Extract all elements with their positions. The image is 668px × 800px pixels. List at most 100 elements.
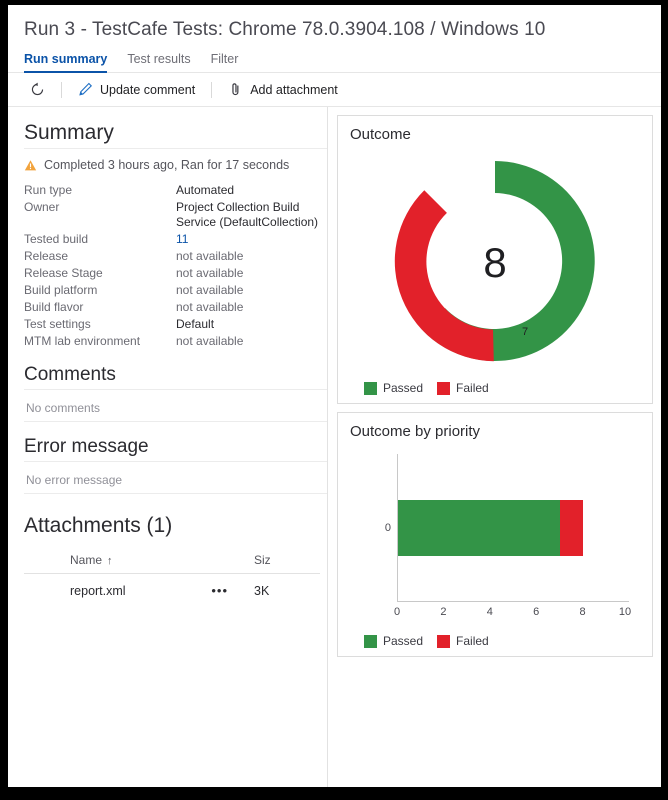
legend-item-failed[interactable]: Failed: [437, 634, 489, 648]
property-row: Release Stage not available: [24, 265, 319, 282]
run-status-text: Completed 3 hours ago, Ran for 17 second…: [44, 158, 289, 172]
property-key: Release: [24, 248, 176, 265]
tab-filter[interactable]: Filter: [211, 52, 239, 72]
toolbar-separator-2: [211, 82, 212, 98]
outcome-card-title: Outcome: [350, 126, 640, 143]
outcome-legend: Passed Failed: [350, 381, 489, 395]
summary-properties: Run type Automated Owner Project Collect…: [24, 182, 319, 350]
legend-item-passed[interactable]: Passed: [364, 634, 423, 648]
add-attachment-label: Add attachment: [250, 83, 338, 97]
property-row: Release not available: [24, 248, 319, 265]
outcome-donut-chart[interactable]: 8 1 7: [379, 145, 611, 377]
property-row: Tested build 11: [24, 231, 319, 248]
outcome-by-priority-card: Outcome by priority 0 0 2 4 6: [337, 412, 653, 657]
bar-stack-row[interactable]: [398, 500, 629, 556]
property-key: Run type: [24, 182, 176, 199]
row-context-menu-button[interactable]: •••: [211, 585, 228, 597]
property-row: Run type Automated: [24, 182, 319, 199]
paperclip-icon: [228, 82, 243, 97]
legend-label-failed: Failed: [456, 634, 489, 648]
attachments-grid: Name ↑ Siz report.xml ••• 3K: [24, 547, 320, 608]
property-value: Project Collection Build Service (Defaul…: [176, 199, 319, 231]
y-tick-label: 0: [361, 522, 391, 534]
property-key: Build flavor: [24, 299, 176, 316]
outcome-by-priority-legend: Passed Failed: [350, 634, 489, 648]
legend-item-failed[interactable]: Failed: [437, 381, 489, 395]
outcome-card: Outcome 8 1 7: [337, 115, 653, 404]
bar-segment-failed[interactable]: [560, 500, 583, 556]
update-comment-label: Update comment: [100, 83, 195, 97]
x-tick-label: 6: [533, 606, 539, 618]
legend-label-failed: Failed: [456, 381, 489, 395]
refresh-icon: [30, 82, 45, 97]
table-row: report.xml ••• 3K: [24, 574, 320, 609]
property-key: Tested build: [24, 231, 176, 248]
comments-heading: Comments: [24, 364, 327, 390]
tab-run-summary[interactable]: Run summary: [24, 52, 107, 72]
x-tick-label: 2: [440, 606, 446, 618]
outcome-by-priority-title: Outcome by priority: [350, 423, 640, 440]
attachment-name-cell[interactable]: report.xml •••: [24, 574, 254, 609]
bar-segment-passed[interactable]: [398, 500, 560, 556]
property-key: MTM lab environment: [24, 333, 176, 350]
column-header-name-label: Name: [70, 553, 102, 567]
column-header-size[interactable]: Siz: [254, 547, 320, 574]
outcome-by-priority-chart[interactable]: 0 0 2 4 6 8 10: [361, 448, 629, 630]
warning-icon: [24, 159, 37, 172]
column-header-name[interactable]: Name ↑: [24, 547, 254, 574]
content-area: Summary Completed 3 hours ago, Ran for 1…: [8, 107, 661, 787]
tested-build-link[interactable]: 11: [176, 231, 319, 248]
sort-ascending-icon: ↑: [107, 555, 113, 567]
run-status: Completed 3 hours ago, Ran for 17 second…: [24, 158, 327, 172]
property-value: not available: [176, 282, 319, 299]
update-comment-button[interactable]: Update comment: [72, 79, 201, 100]
property-row: Owner Project Collection Build Service (…: [24, 199, 319, 231]
left-panel: Summary Completed 3 hours ago, Ran for 1…: [8, 107, 328, 787]
property-value: not available: [176, 265, 319, 282]
x-tick-label: 4: [487, 606, 493, 618]
summary-heading: Summary: [24, 121, 327, 149]
donut-center-total: 8: [483, 239, 506, 286]
attachment-name: report.xml: [70, 584, 126, 598]
legend-label-passed: Passed: [383, 634, 423, 648]
legend-label-passed: Passed: [383, 381, 423, 395]
tab-bar: Run summary Test results Filter: [8, 41, 661, 73]
pencil-icon: [78, 82, 93, 97]
donut-label-passed: 7: [522, 326, 528, 338]
attachments-header-row: Name ↑ Siz: [24, 547, 320, 574]
property-key: Release Stage: [24, 265, 176, 282]
attachments-heading: Attachments (1): [24, 514, 327, 541]
legend-item-passed[interactable]: Passed: [364, 381, 423, 395]
legend-swatch-passed: [364, 635, 377, 648]
property-row: MTM lab environment not available: [24, 333, 319, 350]
legend-swatch-failed: [437, 635, 450, 648]
property-key: Owner: [24, 199, 176, 231]
bar-plot-area: [397, 454, 629, 602]
refresh-button[interactable]: [24, 79, 51, 100]
x-tick-label: 10: [619, 606, 631, 618]
right-panel: Outcome 8 1 7: [328, 107, 661, 787]
tab-test-results[interactable]: Test results: [127, 52, 190, 72]
toolbar: Update comment Add attachment: [8, 73, 661, 107]
legend-swatch-passed: [364, 382, 377, 395]
property-value: not available: [176, 299, 319, 316]
attachment-size: 3K: [254, 574, 320, 609]
property-value: Default: [176, 316, 319, 333]
x-tick-label: 0: [394, 606, 400, 618]
add-attachment-button[interactable]: Add attachment: [222, 79, 344, 100]
property-key: Test settings: [24, 316, 176, 333]
property-value: not available: [176, 248, 319, 265]
comments-empty: No comments: [24, 394, 327, 422]
property-value: not available: [176, 333, 319, 350]
toolbar-separator-1: [61, 82, 62, 98]
page-title: Run 3 - TestCafe Tests: Chrome 78.0.3904…: [8, 5, 661, 41]
test-run-page: Run 3 - TestCafe Tests: Chrome 78.0.3904…: [8, 5, 661, 787]
property-value: Automated: [176, 182, 319, 199]
property-row: Build flavor not available: [24, 299, 319, 316]
donut-label-failed: 1: [466, 194, 472, 206]
error-message-heading: Error message: [24, 436, 327, 462]
legend-swatch-failed: [437, 382, 450, 395]
error-message-empty: No error message: [24, 466, 327, 494]
property-row: Build platform not available: [24, 282, 319, 299]
x-tick-label: 8: [580, 606, 586, 618]
